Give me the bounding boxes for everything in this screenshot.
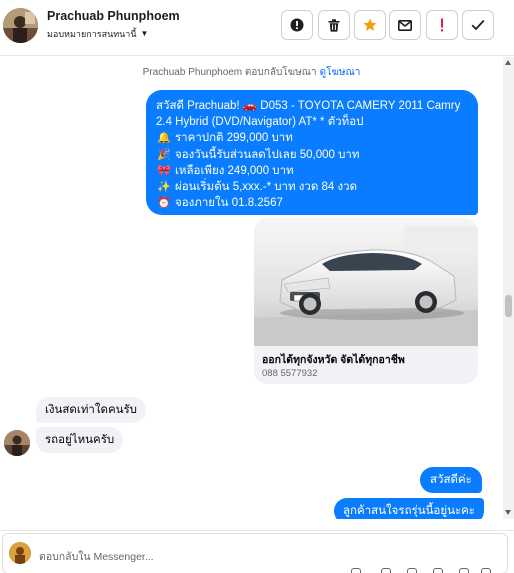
notice-text: Prachuab Phunphoem ตอบกลับโฆษณา (142, 67, 317, 78)
contact-avatar[interactable] (3, 8, 38, 43)
scroll-down-arrow-icon[interactable] (505, 510, 511, 515)
scrollbar[interactable] (503, 57, 514, 519)
composer-toolbar (347, 568, 497, 573)
mark-spam-button[interactable] (281, 10, 313, 40)
ad-message-item: ⏰ จองภายใน 01.8.2567 (156, 195, 468, 211)
caret-down-icon: ▼ (140, 29, 149, 38)
ad-message-item: 🔔 ราคาปกติ 299,000 บาท (156, 130, 468, 146)
outgoing-message[interactable]: สวัสดีค่ะ (420, 467, 482, 493)
check-icon (471, 19, 485, 31)
page-avatar (9, 542, 31, 564)
ad-reply-notice: Prachuab Phunphoem ตอบกลับโฆษณา ดูโฆษณา (0, 65, 503, 80)
follow-up-button[interactable] (426, 10, 458, 40)
delete-button[interactable] (318, 10, 350, 40)
exclamation-icon (441, 18, 443, 32)
attachment-icon[interactable] (381, 568, 391, 573)
mark-unread-button[interactable] (389, 10, 421, 40)
ad-message-item: 🎉 จองวันนี้รับส่วนลดไปเลย 50,000 บาท (156, 147, 468, 163)
alarm-clock-icon: ⏰ (157, 197, 171, 210)
scrollbar-thumb[interactable] (505, 295, 512, 317)
bell-icon: 🔔 (157, 132, 171, 145)
assign-conversation-dropdown[interactable]: มอบหมายการสนทนานี้ ▼ (47, 27, 148, 41)
incoming-message[interactable]: รถอยู่ไหนครับ (36, 427, 124, 453)
ad-message-item: ✨ ผ่อนเริ่มต้น 5,xxx.-* บาท งวด 84 งวด (156, 179, 468, 195)
mark-done-button[interactable] (462, 10, 494, 40)
car-photo (254, 218, 478, 346)
envelope-icon (398, 19, 412, 31)
reply-placeholder: ตอบกลับใน Messenger... (39, 551, 154, 563)
alert-circle-icon (290, 18, 304, 32)
message-composer: ตอบกลับใน Messenger... (0, 530, 514, 573)
ad-card-phone: 088 5577932 (262, 368, 318, 379)
saved-reply-icon[interactable] (459, 568, 469, 573)
ad-message-item: 🎀 เหลือเพียง 249,000 บาท (156, 163, 468, 179)
scroll-up-arrow-icon[interactable] (505, 60, 511, 65)
image-icon[interactable] (407, 568, 417, 573)
star-icon (363, 18, 377, 31)
sender-avatar (4, 430, 30, 456)
ad-card[interactable]: ออกได้ทุกจังหวัด จัดได้ทุกอาชีพ 088 5577… (254, 218, 478, 384)
more-icon[interactable] (481, 568, 491, 573)
ad-card-title: ออกได้ทุกจังหวัด จัดได้ทุกอาชีพ (262, 354, 405, 366)
view-ad-link[interactable]: ดูโฆษณา (320, 67, 361, 78)
ad-message-bubble[interactable]: สวัสดี Prachuab! 🚗 D053 - TOYOTA CAMERY … (146, 90, 478, 215)
conversation-header: Prachuab Phunphoem มอบหมายการสนทนานี้ ▼ (0, 0, 514, 56)
gif-icon[interactable] (433, 568, 443, 573)
ribbon-icon: 🎀 (157, 164, 171, 177)
outgoing-message[interactable]: ลูกค้าสนใจรถรุ่นนี้อยู่นะคะ (334, 498, 484, 519)
star-button[interactable] (354, 10, 386, 40)
sparkles-icon: ✨ (157, 181, 171, 194)
contact-name[interactable]: Prachuab Phunphoem (47, 9, 180, 23)
assign-label: มอบหมายการสนทนานี้ (47, 29, 137, 39)
ad-message-line: 2.4 Hybrid (DVD/Navigator) AT* * ตัวท็อป (156, 116, 364, 129)
reply-input-box[interactable]: ตอบกลับใน Messenger... (2, 533, 508, 573)
incoming-message[interactable]: เงินสดเท่าใดคนรับ (36, 397, 146, 423)
ad-message-line: สวัสดี Prachuab! 🚗 D053 - TOYOTA CAMERY … (156, 100, 461, 112)
party-popper-icon: 🎉 (157, 148, 171, 161)
messenger-inbox-thread: Prachuab Phunphoem มอบหมายการสนทนานี้▼ (0, 0, 514, 573)
trash-icon (328, 18, 340, 32)
emoji-icon[interactable] (351, 568, 361, 573)
message-list[interactable]: Prachuab Phunphoem ตอบกลับโฆษณา ดูโฆษณา ส… (0, 57, 503, 519)
